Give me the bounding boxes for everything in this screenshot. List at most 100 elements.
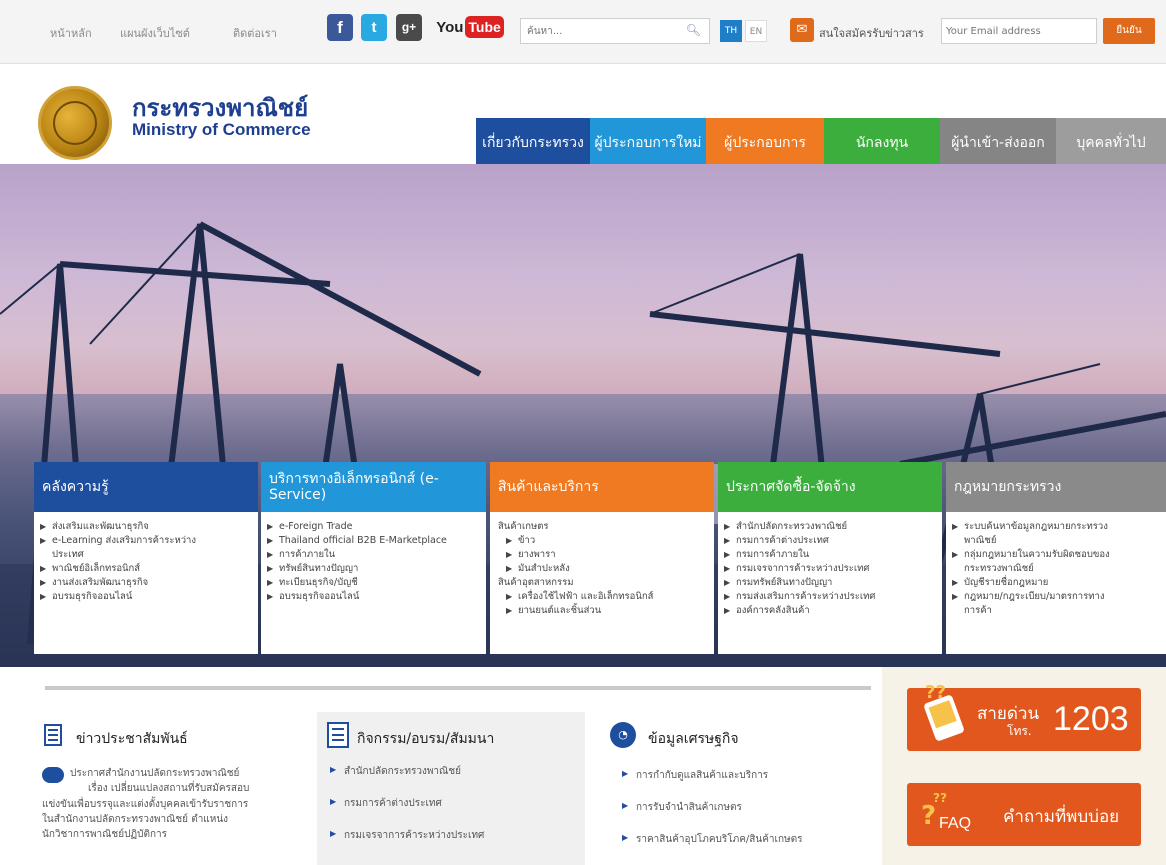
lang-en-button[interactable]: EN bbox=[745, 20, 767, 42]
list-item[interactable]: Thailand official B2B E-Marketplace bbox=[267, 534, 480, 548]
list-item[interactable]: พาณิชย์อิเล็กทรอนิกส์ bbox=[40, 562, 252, 576]
list-item[interactable]: ยางพารา bbox=[496, 548, 708, 562]
list-item[interactable]: มันสำปะหลัง bbox=[496, 562, 708, 576]
list-item[interactable]: สำนักปลัดกระทรวงพาณิชย์ bbox=[330, 764, 461, 779]
news-line: ประกาศสำนักงานปลัดกระทรวงพาณิชย์ bbox=[70, 768, 240, 779]
nav-investors[interactable]: นักลงทุน bbox=[824, 118, 940, 164]
list-item[interactable]: สินค้าเกษตร bbox=[496, 520, 708, 534]
hotline-number: 1203 bbox=[1053, 700, 1129, 738]
economy-heading[interactable]: ข้อมูลเศรษฐกิจ bbox=[648, 728, 739, 750]
list-item[interactable]: บัญชีรายชื่อกฎหมาย bbox=[952, 576, 1160, 590]
list-item[interactable]: กรมเจรจาการค้าระหว่างประเทศ bbox=[724, 562, 936, 576]
list-item[interactable]: กฎหมาย/กฎระเบียบ/มาตรการทาง bbox=[952, 590, 1160, 604]
list-item[interactable]: ทะเบียนธุรกิจ/บัญชี bbox=[267, 576, 480, 590]
list-item[interactable]: สินค้าอุตสาหกรรม bbox=[496, 576, 708, 590]
nav-entrepreneurs[interactable]: ผู้ประกอบการ bbox=[706, 118, 824, 164]
nav-importers-exporters[interactable]: ผู้นำเข้า-ส่งออก bbox=[940, 118, 1056, 164]
faq-banner[interactable]: ? ?? FAQ คำถามที่พบบ่อย bbox=[907, 783, 1141, 846]
news-line: นักวิชาการพาณิชย์ปฏิบัติการ bbox=[42, 829, 168, 840]
list-item[interactable]: การค้าภายใน bbox=[267, 548, 480, 562]
news-item-continued[interactable]: แข่งขันเพื่อบรรจุและแต่งตั้งบุคคลเข้ารับ… bbox=[42, 797, 248, 842]
nav-new-entrepreneurs[interactable]: ผู้ประกอบการใหม่ bbox=[590, 118, 706, 164]
ministry-seal-logo[interactable] bbox=[38, 86, 112, 160]
newspaper-icon bbox=[44, 724, 62, 746]
site-title-english: Ministry of Commerce bbox=[132, 120, 311, 139]
panel-law-header[interactable]: กฎหมายกระทรวง bbox=[946, 462, 1166, 512]
list-item[interactable]: ส่งเสริมและพัฒนาธุรกิจ bbox=[40, 520, 252, 534]
nav-general-public[interactable]: บุคคลทั่วไป bbox=[1056, 118, 1166, 164]
news-line: เรื่อง เปลี่ยนแปลงสถานที่รับสมัครสอบ bbox=[88, 783, 250, 794]
hotline-banner[interactable]: ?? สายด่วน โทร. 1203 bbox=[907, 682, 1141, 751]
panel-products-list: สินค้าเกษตร ข้าว ยางพารา มันสำปะหลัง สิน… bbox=[490, 512, 714, 618]
lang-th-button[interactable]: TH bbox=[720, 20, 742, 42]
list-item[interactable]: องค์การคลังสินค้า bbox=[724, 604, 936, 618]
search-icon[interactable]: 🔍︎ bbox=[686, 23, 701, 37]
question-marks-icon: ?? bbox=[925, 682, 946, 703]
search-input[interactable] bbox=[521, 19, 671, 44]
panel-e-service: บริการทางอิเล็กทรอนิกส์ (e-Service) e-Fo… bbox=[261, 462, 486, 654]
faq-small-question-icon: ?? bbox=[933, 791, 947, 805]
list-item[interactable]: e-Foreign Trade bbox=[267, 520, 480, 534]
panel-law-list: ระบบค้นหาข้อมูลกฎหมายกระทรวง พาณิชย์ กลุ… bbox=[946, 512, 1166, 618]
subscribe-button[interactable]: ยืนยัน bbox=[1103, 18, 1155, 44]
youtube-tube-text: Tube bbox=[465, 16, 504, 38]
list-item[interactable]: อบรมธุรกิจออนไลน์ bbox=[40, 590, 252, 604]
list-item[interactable]: อบรมธุรกิจออนไลน์ bbox=[267, 590, 480, 604]
list-item[interactable]: กรมการค้าต่างประเทศ bbox=[724, 534, 936, 548]
panel-knowledge-header[interactable]: คลังความรู้ bbox=[34, 462, 258, 512]
sitemap-link[interactable]: แผนผังเว็บไซต์ bbox=[120, 24, 190, 42]
google-plus-icon[interactable]: g+ bbox=[396, 14, 422, 41]
list-item[interactable]: สำนักปลัดกระทรวงพาณิชย์ bbox=[724, 520, 936, 534]
news-item[interactable]: ประกาศสำนักงานปลัดกระทรวงพาณิชย์ เรื่อง … bbox=[70, 766, 249, 796]
nav-about-ministry[interactable]: เกี่ยวกับกระทรวง bbox=[476, 118, 590, 164]
panel-e-service-header[interactable]: บริการทางอิเล็กทรอนิกส์ (e-Service) bbox=[261, 462, 486, 512]
facebook-icon[interactable]: f bbox=[327, 14, 353, 41]
list-item[interactable]: กระทรวงพาณิชย์ bbox=[952, 562, 1160, 576]
list-item[interactable]: กรมการค้าภายใน bbox=[724, 548, 936, 562]
search-box: 🔍︎ bbox=[520, 18, 710, 44]
home-link[interactable]: หน้าหลัก bbox=[50, 24, 92, 42]
list-item[interactable]: กรมทรัพย์สินทางปัญญา bbox=[724, 576, 936, 590]
list-item[interactable]: ทรัพย์สินทางปัญญา bbox=[267, 562, 480, 576]
top-utility-bar: หน้าหลัก แผนผังเว็บไซต์ ติดต่อเรา f t g+… bbox=[0, 0, 1166, 64]
list-item[interactable]: ประเทศ bbox=[40, 548, 252, 562]
news-line: ในสำนักงานปลัดกระทรวงพาณิชย์ ตำแหน่ง bbox=[42, 814, 229, 825]
list-item[interactable]: การกำกับดูแลสินค้าและบริการ bbox=[622, 768, 768, 783]
panel-procurement-list: สำนักปลัดกระทรวงพาณิชย์ กรมการค้าต่างประ… bbox=[718, 512, 942, 618]
list-item[interactable]: ข้าว bbox=[496, 534, 708, 548]
email-field[interactable] bbox=[941, 18, 1097, 44]
list-item[interactable]: ราคาสินค้าอุปโภคบริโภค/สินค้าเกษตร bbox=[622, 832, 802, 847]
twitter-icon[interactable]: t bbox=[361, 14, 387, 41]
list-item[interactable]: การรับจำนำสินค้าเกษตร bbox=[622, 800, 742, 815]
economy-chart-icon: ◔ bbox=[610, 722, 636, 748]
panel-knowledge: คลังความรู้ ส่งเสริมและพัฒนาธุรกิจ e-Lea… bbox=[34, 462, 258, 654]
list-item[interactable]: e-Learning ส่งเสริมการค้าระหว่าง bbox=[40, 534, 252, 548]
panel-knowledge-list: ส่งเสริมและพัฒนาธุรกิจ e-Learning ส่งเสร… bbox=[34, 512, 258, 604]
panel-procurement: ประกาศจัดซื้อ-จัดจ้าง สำนักปลัดกระทรวงพา… bbox=[718, 462, 942, 654]
list-item[interactable]: กรมการค้าต่างประเทศ bbox=[330, 796, 442, 811]
list-item[interactable]: พาณิชย์ bbox=[952, 534, 1160, 548]
clipboard-icon bbox=[327, 722, 349, 748]
newsletter-label: สนใจสมัครรับข่าวสาร bbox=[819, 27, 924, 40]
faq-question-icon: ? bbox=[921, 801, 937, 831]
section-divider bbox=[45, 686, 871, 690]
hotline-prefix: โทร. bbox=[1007, 724, 1032, 738]
panel-procurement-header[interactable]: ประกาศจัดซื้อ-จัดจ้าง bbox=[718, 462, 942, 512]
activities-heading[interactable]: กิจกรรม/อบรม/สัมมนา bbox=[357, 728, 494, 750]
list-item[interactable]: กลุ่มกฎหมายในความรับผิดชอบของ bbox=[952, 548, 1160, 562]
youtube-icon[interactable]: You Tube bbox=[433, 14, 507, 41]
faq-badge: FAQ bbox=[939, 815, 972, 832]
contact-link[interactable]: ติดต่อเรา bbox=[233, 24, 277, 42]
list-item[interactable]: กรมส่งเสริมการค้าระหว่างประเทศ bbox=[724, 590, 936, 604]
newsletter-mail-icon: ✉ bbox=[790, 18, 814, 42]
news-line: แข่งขันเพื่อบรรจุและแต่งตั้งบุคคลเข้ารับ… bbox=[42, 799, 249, 810]
news-heading[interactable]: ข่าวประชาสัมพันธ์ bbox=[76, 728, 188, 750]
list-item[interactable]: กรมเจรจาการค้าระหว่างประเทศ bbox=[330, 828, 484, 843]
panel-products-header[interactable]: สินค้าและบริการ bbox=[490, 462, 714, 512]
youtube-you-text: You bbox=[436, 19, 464, 36]
list-item[interactable]: ระบบค้นหาข้อมูลกฎหมายกระทรวง bbox=[952, 520, 1160, 534]
list-item[interactable]: เครื่องใช้ไฟฟ้า และอิเล็กทรอนิกส์ bbox=[496, 590, 708, 604]
list-item[interactable]: ยานยนต์และชิ้นส่วน bbox=[496, 604, 708, 618]
list-item[interactable]: งานส่งเสริมพัฒนาธุรกิจ bbox=[40, 576, 252, 590]
list-item[interactable]: การค้า bbox=[952, 604, 1160, 618]
